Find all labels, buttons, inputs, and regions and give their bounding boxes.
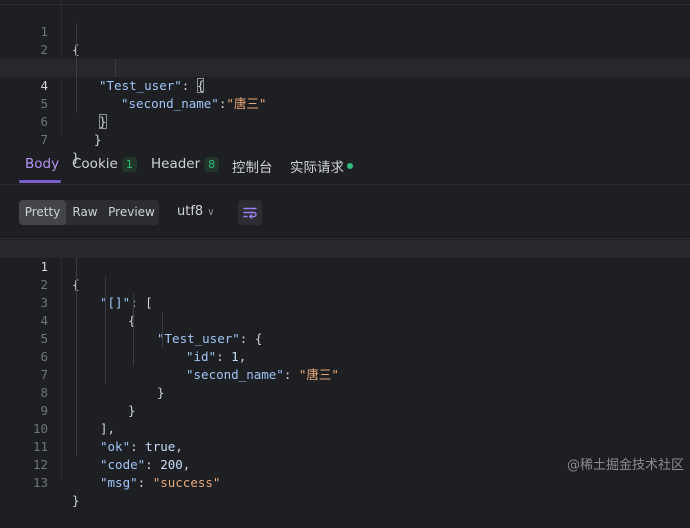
tab-label: Header [151,156,201,172]
code-line: 7 } [0,113,690,165]
code-line: 6 "second_name": "唐三" [0,330,690,382]
active-tab-indicator [19,180,61,183]
code-line: 8 } [0,366,690,418]
code-line: 3 { [0,276,690,328]
word-wrap-icon [243,207,257,219]
code-line: 2 "[]": [ [0,258,690,310]
code-text: } [72,493,80,508]
indent-guide [162,312,163,348]
indent-guide [76,23,77,113]
chevron-down-icon: ∨ [207,207,215,218]
tab-body[interactable]: Body [25,156,59,172]
indent-guide [105,276,106,384]
indent-guide [76,258,77,456]
code-text: "msg": "success" [100,475,221,490]
indent-guide [133,294,134,366]
line-number: 13 [32,475,48,490]
code-line: 7 } [0,348,690,400]
code-line-active: 1 { [0,240,690,292]
view-mode-switcher: Pretty Raw Preview [19,200,159,225]
code-line-active: 4 "second_name":"唐三" [0,59,690,111]
code-line: 6 } [0,95,690,147]
request-body-editor[interactable]: 1 { 2 "[]":{ 3 "Test_user": { 4 "second_… [0,0,690,165]
tab-label: 实际请求 [290,160,344,176]
tab-label: 控制台 [232,160,273,176]
code-line: 4 "Test_user": { [0,294,690,346]
tab-console[interactable]: 控制台 [232,156,273,176]
watermark: @稀土掘金技术社区 [566,458,684,473]
tab-cookie[interactable]: Cookie 1 [72,156,137,172]
code-line: 5 "id": 1, [0,312,690,364]
tab-actual-request[interactable]: 实际请求 [290,156,353,176]
status-dot-icon [347,163,353,169]
code-line: 11 "code": 200, [0,420,690,472]
encoding-select[interactable]: utf8 ∨ [177,204,215,219]
view-mode-preview[interactable]: Preview [104,200,159,225]
indent-guide [115,59,116,77]
code-line: 9 ], [0,384,690,436]
response-tabs: Body Cookie 1 Header 8 控制台 实际请求 [0,146,690,185]
code-line: 5 } [0,77,690,129]
code-line: 1 { [0,5,690,57]
code-line: 10 "ok": true, [0,402,690,454]
view-mode-pretty[interactable]: Pretty [19,200,66,225]
response-toolbar: Pretty Raw Preview utf8 ∨ [0,200,690,226]
word-wrap-button[interactable] [238,200,262,225]
tab-header[interactable]: Header 8 [151,156,220,172]
count-badge: 1 [121,157,137,172]
response-body-viewer[interactable]: 1 { 2 "[]": [ 3 { 4 "Test_user": { 5 "id… [0,238,690,508]
count-badge: 8 [204,157,220,172]
code-line: 2 "[]":{ [0,23,690,75]
tab-label: Body [25,156,60,172]
code-line: 3 "Test_user": { [0,41,690,93]
view-mode-raw[interactable]: Raw [66,200,104,225]
tab-label: Cookie [72,156,118,172]
encoding-value: utf8 [177,204,204,219]
